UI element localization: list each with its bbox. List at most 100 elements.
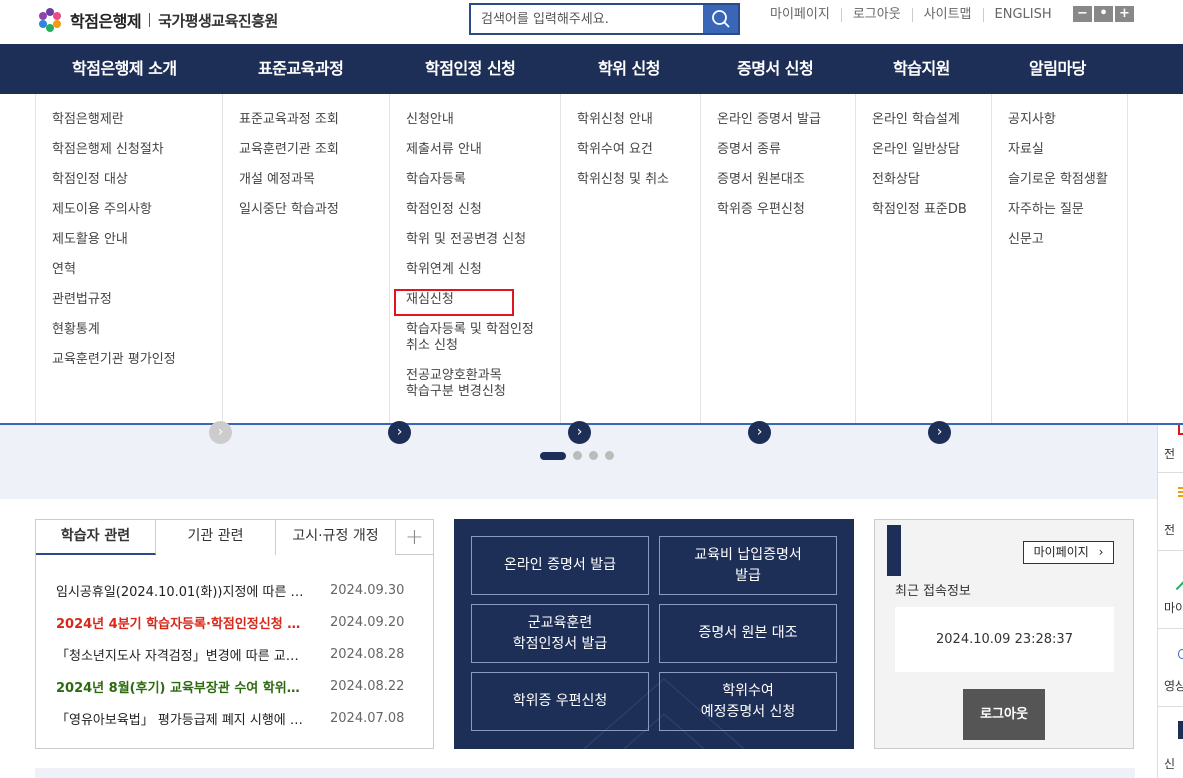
service-panel: 온라인 증명서 발급 교육비 납입증명서 발급 군교육훈련 학점인정서 발급 증… <box>454 519 854 749</box>
submenu-item[interactable]: 학점인정 대상 <box>52 172 128 188</box>
submenu-item[interactable]: 학위연계 신청 <box>406 262 482 278</box>
nav-credit-application[interactable]: 학점인정 신청 <box>425 44 516 94</box>
submenu-item[interactable]: 현황통계 <box>52 322 100 338</box>
submenu-item[interactable]: 학습자등록 및 학점인정 <box>406 322 534 338</box>
submenu-item[interactable]: 학점인정 표준DB <box>872 202 967 218</box>
submenu-item[interactable]: 신청안내 <box>406 112 454 128</box>
notice-row[interactable]: 2024년 4분기 학습자등록·학점인정신청 안내 2024.09.20 <box>56 606 416 638</box>
diploma-mail-button[interactable]: 학위증 우편신청 <box>471 672 649 731</box>
submenu-item[interactable]: 일시중단 학습과정 <box>239 202 339 218</box>
submenu-item[interactable]: 전공교양호환과목 <box>406 368 502 384</box>
submenu-item[interactable]: 연혁 <box>52 262 76 278</box>
submenu-item[interactable]: 공지사항 <box>1008 112 1056 128</box>
mypage-link[interactable]: 마이페이지 <box>770 8 841 22</box>
quick-item[interactable]: 마이 <box>1158 551 1183 629</box>
submenu-item-credit-application[interactable]: 학점인정 신청 <box>406 202 482 218</box>
site-logo[interactable]: 학점은행제 국가평생교육진흥원 <box>36 6 278 34</box>
slider-arrow-icon[interactable]: › <box>928 421 951 444</box>
military-credit-button[interactable]: 군교육훈련 학점인정서 발급 <box>471 604 649 663</box>
submenu-item[interactable]: 슬기로운 학점생활 <box>1008 172 1108 188</box>
button-label: 교육비 납입증명서 <box>694 546 802 563</box>
tuition-certificate-button[interactable]: 교육비 납입증명서 발급 <box>659 536 837 595</box>
notice-title[interactable]: 2024년 8월(후기) 교육부장관 수여 학위취득자 안내 <box>56 677 310 696</box>
sitemap-link[interactable]: 사이트맵 <box>911 8 983 22</box>
notice-tabs: 학습자 관련 기관 관련 고시·규정 개정 + <box>36 520 433 555</box>
nav-certificate[interactable]: 증명서 신청 <box>737 44 814 94</box>
submenu-item[interactable]: 증명서 원본대조 <box>717 172 805 188</box>
search-icon <box>711 10 730 28</box>
zoom-out-button[interactable]: − <box>1073 6 1092 22</box>
quick-item[interactable]: 전 <box>1158 425 1183 473</box>
logout-link[interactable]: 로그아웃 <box>840 8 912 22</box>
nav-intro[interactable]: 학점은행제 소개 <box>72 44 177 94</box>
mega-col-curriculum: 표준교육과정 조회 교육훈련기관 조회 개설 예정과목 일시중단 학습과정 <box>222 94 390 423</box>
notice-title[interactable]: 「청소년지도사 자격검정」변경에 따른 교과목 안내 <box>56 645 310 664</box>
mypage-button[interactable]: 마이페이지 › <box>1023 541 1114 564</box>
notice-row[interactable]: 임시공휴일(2024.10.01(화))지정에 따른 업무 운영 안내 2024… <box>56 574 416 606</box>
submenu-item[interactable]: 학위신청 안내 <box>577 112 653 128</box>
submenu-item[interactable]: 자료실 <box>1008 142 1044 158</box>
english-link[interactable]: ENGLISH <box>982 8 1063 22</box>
submenu-item[interactable]: 취소 신청 <box>406 338 458 354</box>
slider-dot-active[interactable] <box>540 451 566 460</box>
submenu-item[interactable]: 전화상담 <box>872 172 920 188</box>
submenu-item[interactable]: 학위증 우편신청 <box>717 202 805 218</box>
original-check-button[interactable]: 증명서 원본 대조 <box>659 604 837 663</box>
search-button[interactable] <box>703 5 738 33</box>
slider-arrow-icon[interactable]: › <box>568 421 591 444</box>
submenu-item[interactable]: 학위 및 전공변경 신청 <box>406 232 526 248</box>
submenu-item[interactable]: 제도이용 주의사항 <box>52 202 152 218</box>
submenu-item[interactable]: 학위수여 요건 <box>577 142 653 158</box>
submenu-item[interactable]: 개설 예정과목 <box>239 172 315 188</box>
submenu-item[interactable]: 관련법규정 <box>52 292 112 308</box>
notice-title[interactable]: 임시공휴일(2024.10.01(화))지정에 따른 업무 운영 안내 <box>56 581 310 600</box>
submenu-item[interactable]: 학습자등록 <box>406 172 466 188</box>
submenu-item[interactable]: 자주하는 질문 <box>1008 202 1084 218</box>
zoom-reset-button[interactable]: • <box>1094 6 1113 22</box>
slider-dot[interactable] <box>605 451 614 460</box>
slider-arrow-icon[interactable]: › <box>748 421 771 444</box>
notice-row[interactable]: 「청소년지도사 자격검정」변경에 따른 교과목 안내 2024.08.28 <box>56 638 416 670</box>
tab-learner[interactable]: 학습자 관련 <box>36 520 156 555</box>
slider-dot[interactable] <box>573 451 582 460</box>
more-plus-icon[interactable]: + <box>396 520 433 554</box>
quick-item-label: 전 <box>1164 447 1176 461</box>
slider-arrow-icon[interactable]: › <box>209 421 232 444</box>
notice-title[interactable]: 「영유아보육법」 평가등급제 폐지 시행에 따른 안내 <box>56 709 310 728</box>
submenu-item[interactable]: 학점은행제란 <box>52 112 124 128</box>
submenu-item[interactable]: 제출서류 안내 <box>406 142 482 158</box>
quick-item-icon <box>1178 649 1183 659</box>
notice-title[interactable]: 2024년 4분기 학습자등록·학점인정신청 안내 <box>56 613 310 632</box>
submenu-item[interactable]: 표준교육과정 조회 <box>239 112 339 128</box>
submenu-item[interactable]: 온라인 증명서 발급 <box>717 112 821 128</box>
submenu-item[interactable]: 신문고 <box>1008 232 1044 248</box>
submenu-item[interactable]: 증명서 종류 <box>717 142 781 158</box>
quick-item-icon <box>1178 487 1183 497</box>
zoom-in-button[interactable]: + <box>1115 6 1134 22</box>
nav-curriculum[interactable]: 표준교육과정 <box>258 44 344 94</box>
slider-dot[interactable] <box>589 451 598 460</box>
submenu-item[interactable]: 제도활용 안내 <box>52 232 128 248</box>
submenu-item[interactable]: 교육훈련기관 평가인정 <box>52 352 176 368</box>
quick-item[interactable]: 영상 <box>1158 629 1183 707</box>
nav-notice[interactable]: 알림마당 <box>1029 44 1086 94</box>
quick-item[interactable]: 전 <box>1158 473 1183 551</box>
submenu-item[interactable]: 학점은행제 신청절차 <box>52 142 164 158</box>
slider-arrow-icon[interactable]: › <box>388 421 411 444</box>
submenu-item[interactable]: 학습구분 변경신청 <box>406 384 506 400</box>
online-certificate-button[interactable]: 온라인 증명서 발급 <box>471 536 649 595</box>
notice-row[interactable]: 「영유아보육법」 평가등급제 폐지 시행에 따른 안내 2024.07.08 <box>56 702 416 734</box>
submenu-item[interactable]: 온라인 학습설계 <box>872 112 960 128</box>
quick-item[interactable]: 신 <box>1158 707 1183 778</box>
submenu-item[interactable]: 온라인 일반상담 <box>872 142 960 158</box>
nav-learning-support[interactable]: 학습지원 <box>893 44 950 94</box>
tab-institution[interactable]: 기관 관련 <box>156 520 276 555</box>
logout-button[interactable]: 로그아웃 <box>963 689 1045 740</box>
tab-regulation[interactable]: 고시·규정 개정 <box>276 520 396 555</box>
expected-degree-button[interactable]: 학위수여 예정증명서 신청 <box>659 672 837 731</box>
notice-row[interactable]: 2024년 8월(후기) 교육부장관 수여 학위취득자 안내 2024.08.2… <box>56 670 416 702</box>
nav-degree-application[interactable]: 학위 신청 <box>598 44 660 94</box>
submenu-item[interactable]: 교육훈련기관 조회 <box>239 142 339 158</box>
search-input[interactable] <box>471 5 703 33</box>
submenu-item[interactable]: 학위신청 및 취소 <box>577 172 669 188</box>
